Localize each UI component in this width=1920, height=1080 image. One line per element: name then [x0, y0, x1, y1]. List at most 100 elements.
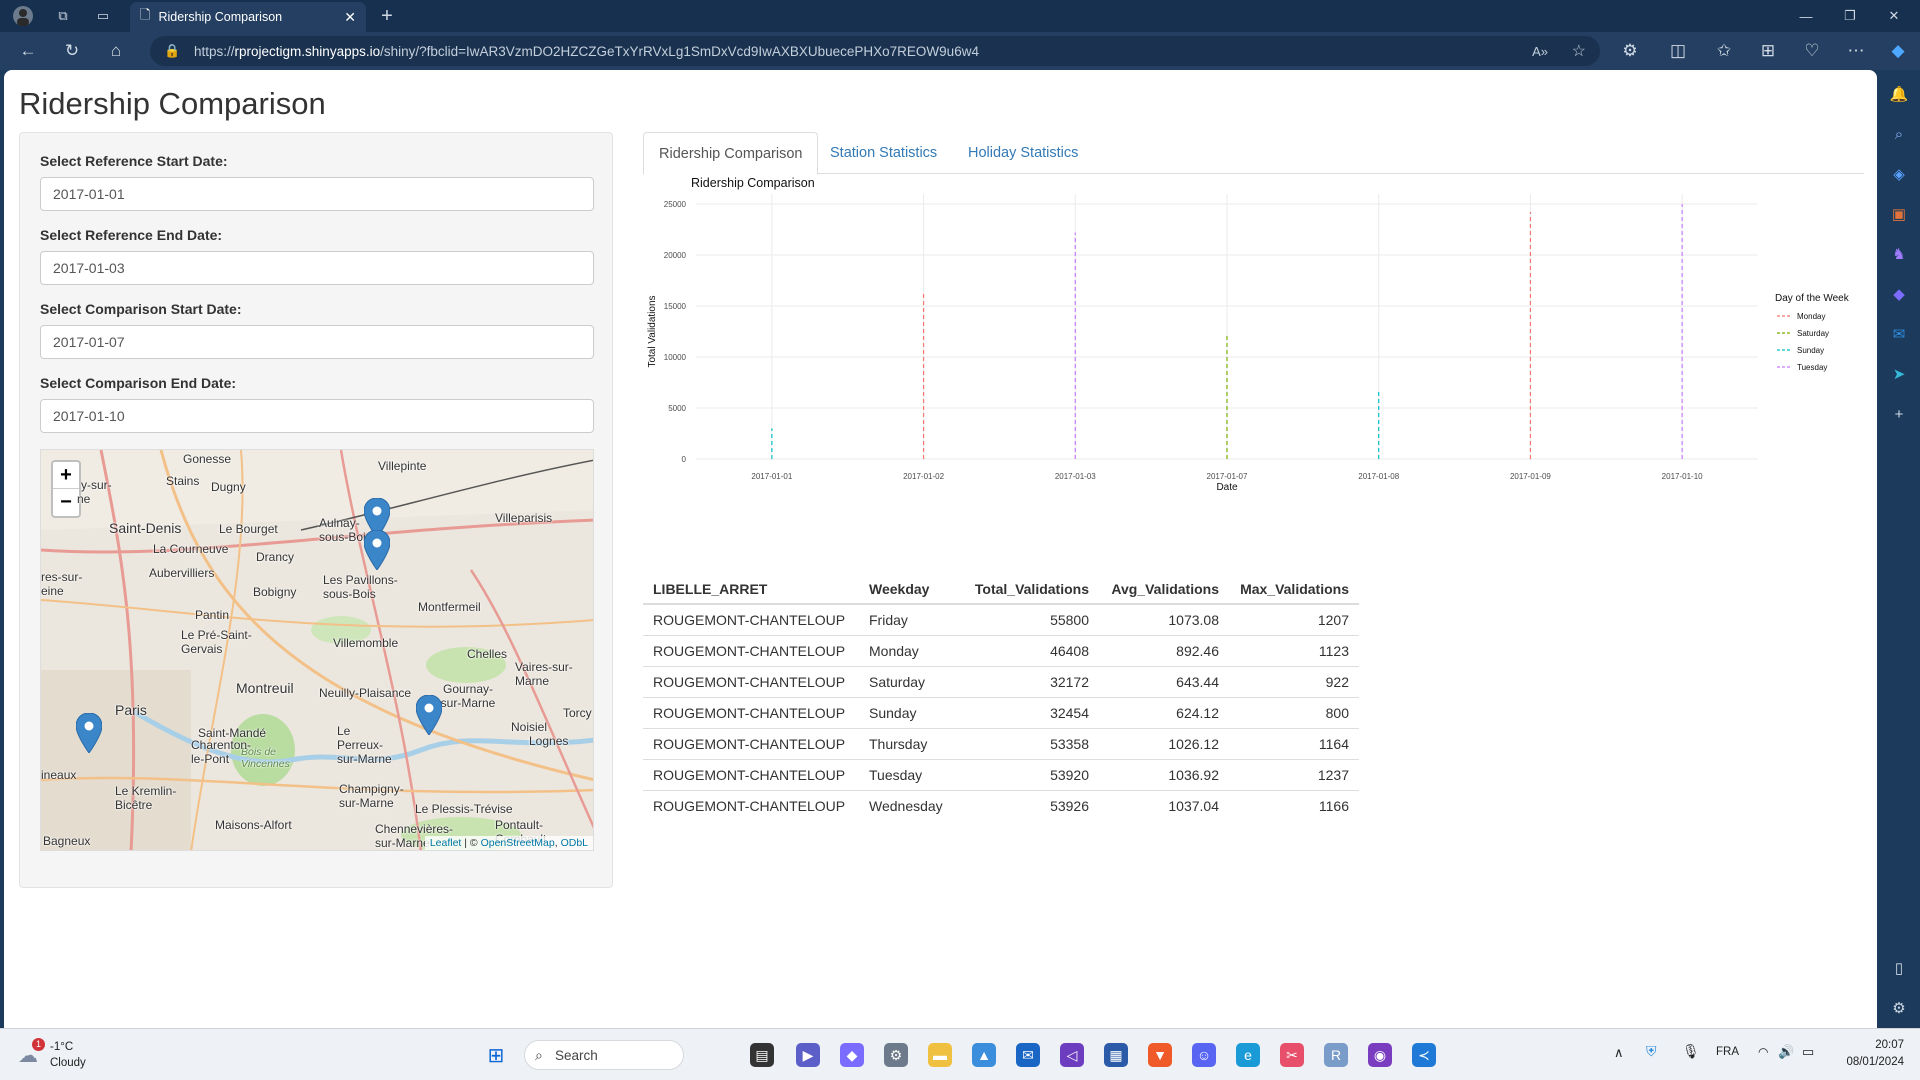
drop-icon[interactable]: ➤ — [1889, 364, 1909, 384]
favorites-icon[interactable]: ✩ — [1706, 32, 1742, 70]
table-cell: ROUGEMONT-CHANTELOUP — [643, 634, 859, 666]
station-marker[interactable] — [76, 713, 102, 753]
teams-icon[interactable]: ▶ — [796, 1043, 820, 1067]
home-icon[interactable]: ⌂ — [98, 32, 134, 70]
edge-icon[interactable]: e — [1236, 1043, 1260, 1067]
more-menu-icon[interactable]: ⋯ — [1838, 32, 1874, 70]
comp-end-date-input[interactable] — [40, 399, 594, 433]
station-marker[interactable] — [416, 695, 442, 735]
station-marker[interactable] — [364, 530, 390, 570]
tab-ridership-comparison[interactable]: Ridership Comparison — [643, 132, 819, 175]
brave-icon[interactable]: ▼ — [1148, 1043, 1172, 1067]
comp-start-date-input[interactable] — [40, 325, 594, 359]
windows-taskbar: ☁ 1 -1°C Cloudy ⊞ ⌕ Search ▤ ▶ ◆ ⚙ ▬ ▲ ✉… — [0, 1028, 1920, 1080]
outlook-icon[interactable]: ✉ — [1889, 324, 1909, 344]
tabset: Ridership Comparison Station Statistics … — [643, 132, 1864, 175]
profile-avatar[interactable] — [8, 0, 38, 32]
map-label: eine — [41, 584, 64, 598]
x-tick-label: 2017-01-09 — [1510, 472, 1551, 481]
performance-icon[interactable]: ♡ — [1794, 32, 1830, 70]
clock-date[interactable]: 08/01/2024 — [1846, 1056, 1904, 1068]
notifications-icon[interactable]: 🔔 — [1889, 84, 1909, 104]
volume-icon[interactable]: 🔊 — [1778, 1044, 1794, 1060]
shopping-icon[interactable]: ◈ — [1889, 164, 1909, 184]
hide-sidebar-icon[interactable]: ▯ — [1889, 958, 1909, 978]
mic-icon[interactable]: 🎙 — [1682, 1043, 1700, 1060]
map-label: Drancy — [256, 550, 295, 564]
y-tick-label: 20000 — [664, 251, 687, 260]
refresh-icon[interactable]: ↻ — [54, 32, 90, 70]
games-icon[interactable]: ♞ — [1889, 244, 1909, 264]
close-window-icon[interactable]: ✕ — [1874, 0, 1914, 32]
extensions-icon[interactable]: ⚙ — [1612, 32, 1648, 70]
battery-icon[interactable]: ▭ — [1802, 1044, 1814, 1060]
favorite-star-icon[interactable]: ☆ — [1572, 41, 1586, 61]
table-header-row: LIBELLE_ARRET Weekday Total_Validations Avg… — [643, 574, 1359, 605]
table-row: ROUGEMONT-CHANTELOUP Sunday 32454 624.12 800 — [643, 696, 1359, 728]
taskbar-search[interactable]: ⌕ Search — [524, 1040, 684, 1070]
copilot-sidebar-icon[interactable]: ◆ — [1889, 284, 1909, 304]
map-label: Aubervilliers — [149, 566, 215, 580]
wifi-icon[interactable]: ◠ — [1758, 1045, 1768, 1059]
odbl-link[interactable]: ODbL — [561, 837, 588, 849]
workspaces-icon[interactable]: ⧉ — [48, 0, 78, 32]
weather-temp: -1°C — [50, 1041, 74, 1053]
zoom-out-button[interactable]: − — [53, 489, 79, 516]
leaflet-map[interactable]: + − Gonesse Villepinte Stains Dugny Sain… — [40, 449, 594, 851]
file-explorer-icon[interactable]: ▬ — [928, 1043, 952, 1067]
table-cell: 892.46 — [1099, 634, 1229, 666]
snipping-tool-icon[interactable]: ✂ — [1280, 1043, 1304, 1067]
start-icon[interactable]: ⊞ — [484, 1043, 508, 1067]
ref-end-date-input[interactable] — [40, 251, 594, 285]
weather-badge: 1 — [32, 1038, 45, 1051]
url-field[interactable]: 🔒 https://rprojectigm.shinyapps.io/shiny… — [150, 36, 1600, 66]
mail-icon[interactable]: ✉ — [1016, 1043, 1040, 1067]
map-label: Chelles — [467, 647, 508, 661]
clock-time[interactable]: 20:07 — [1875, 1039, 1904, 1051]
visual-studio-icon[interactable]: ◁ — [1060, 1043, 1084, 1067]
task-view-icon[interactable]: ▤ — [750, 1043, 774, 1067]
map-label: Pantin — [195, 608, 230, 622]
show-hidden-icons[interactable]: ∧ — [1614, 1045, 1624, 1061]
sidebar-settings-icon[interactable]: ⚙ — [1889, 998, 1909, 1018]
table-cell: 922 — [1229, 665, 1359, 697]
store-icon[interactable]: ▦ — [1104, 1043, 1128, 1067]
leaflet-link[interactable]: Leaflet — [430, 837, 462, 849]
back-icon[interactable]: ← — [10, 32, 46, 70]
security-icon[interactable]: ⛨ — [1646, 1043, 1657, 1060]
copilot-icon[interactable]: ◆ — [1880, 32, 1916, 70]
tab-holiday-statistics[interactable]: Holiday Statistics — [953, 132, 1093, 174]
photos-icon[interactable]: ▲ — [972, 1043, 996, 1067]
language-indicator[interactable]: FRA — [1716, 1046, 1739, 1058]
r-app-icon[interactable]: R — [1324, 1043, 1348, 1067]
new-tab-icon[interactable]: + — [372, 0, 402, 32]
table-cell: 32454 — [959, 696, 1099, 728]
settings-app-icon[interactable]: ⚙ — [884, 1043, 908, 1067]
restore-icon[interactable]: ❐ — [1830, 0, 1870, 32]
browser-tab-active[interactable]: 🗋 Ridership Comparison ✕ — [130, 2, 366, 32]
add-sidebar-app-icon[interactable]: + — [1889, 404, 1909, 424]
browser-tabstrip: ⧉ ▭ 🗋 Ridership Comparison ✕ + — ❐ ✕ — [0, 0, 1920, 32]
tab-close-icon[interactable]: ✕ — [344, 9, 356, 26]
discord-icon[interactable]: ☺ — [1192, 1043, 1216, 1067]
collections-icon[interactable]: ⊞ — [1750, 32, 1786, 70]
zoom-in-button[interactable]: + — [53, 462, 79, 489]
tab-station-statistics[interactable]: Station Statistics — [815, 132, 952, 174]
x-tick-label: 2017-01-01 — [751, 472, 792, 481]
vertical-tabs-icon[interactable]: ▭ — [88, 0, 118, 32]
osm-link[interactable]: OpenStreetMap — [481, 837, 555, 849]
weather-widget[interactable]: ☁ 1 -1°C Cloudy — [16, 1038, 136, 1073]
read-aloud-icon[interactable]: A» — [1532, 44, 1548, 59]
split-screen-icon[interactable]: ◫ — [1660, 32, 1696, 70]
address-bar-row: ← ↻ ⌂ 🔒 https://rprojectigm.shinyapps.io… — [0, 32, 1920, 70]
copilot-app-icon[interactable]: ◆ — [840, 1043, 864, 1067]
minimize-icon[interactable]: — — [1786, 0, 1826, 32]
x-tick-label: 2017-01-08 — [1358, 472, 1399, 481]
podcast-app-icon[interactable]: ◉ — [1368, 1043, 1392, 1067]
vscode-icon[interactable]: ≺ — [1412, 1043, 1436, 1067]
sidebar-search-icon[interactable]: ⌕ — [1889, 124, 1909, 144]
tools-icon[interactable]: ▣ — [1889, 204, 1909, 224]
ref-start-date-input[interactable] — [40, 177, 594, 211]
map-label: Dugny — [211, 480, 246, 494]
map-label: Stains — [166, 474, 200, 488]
